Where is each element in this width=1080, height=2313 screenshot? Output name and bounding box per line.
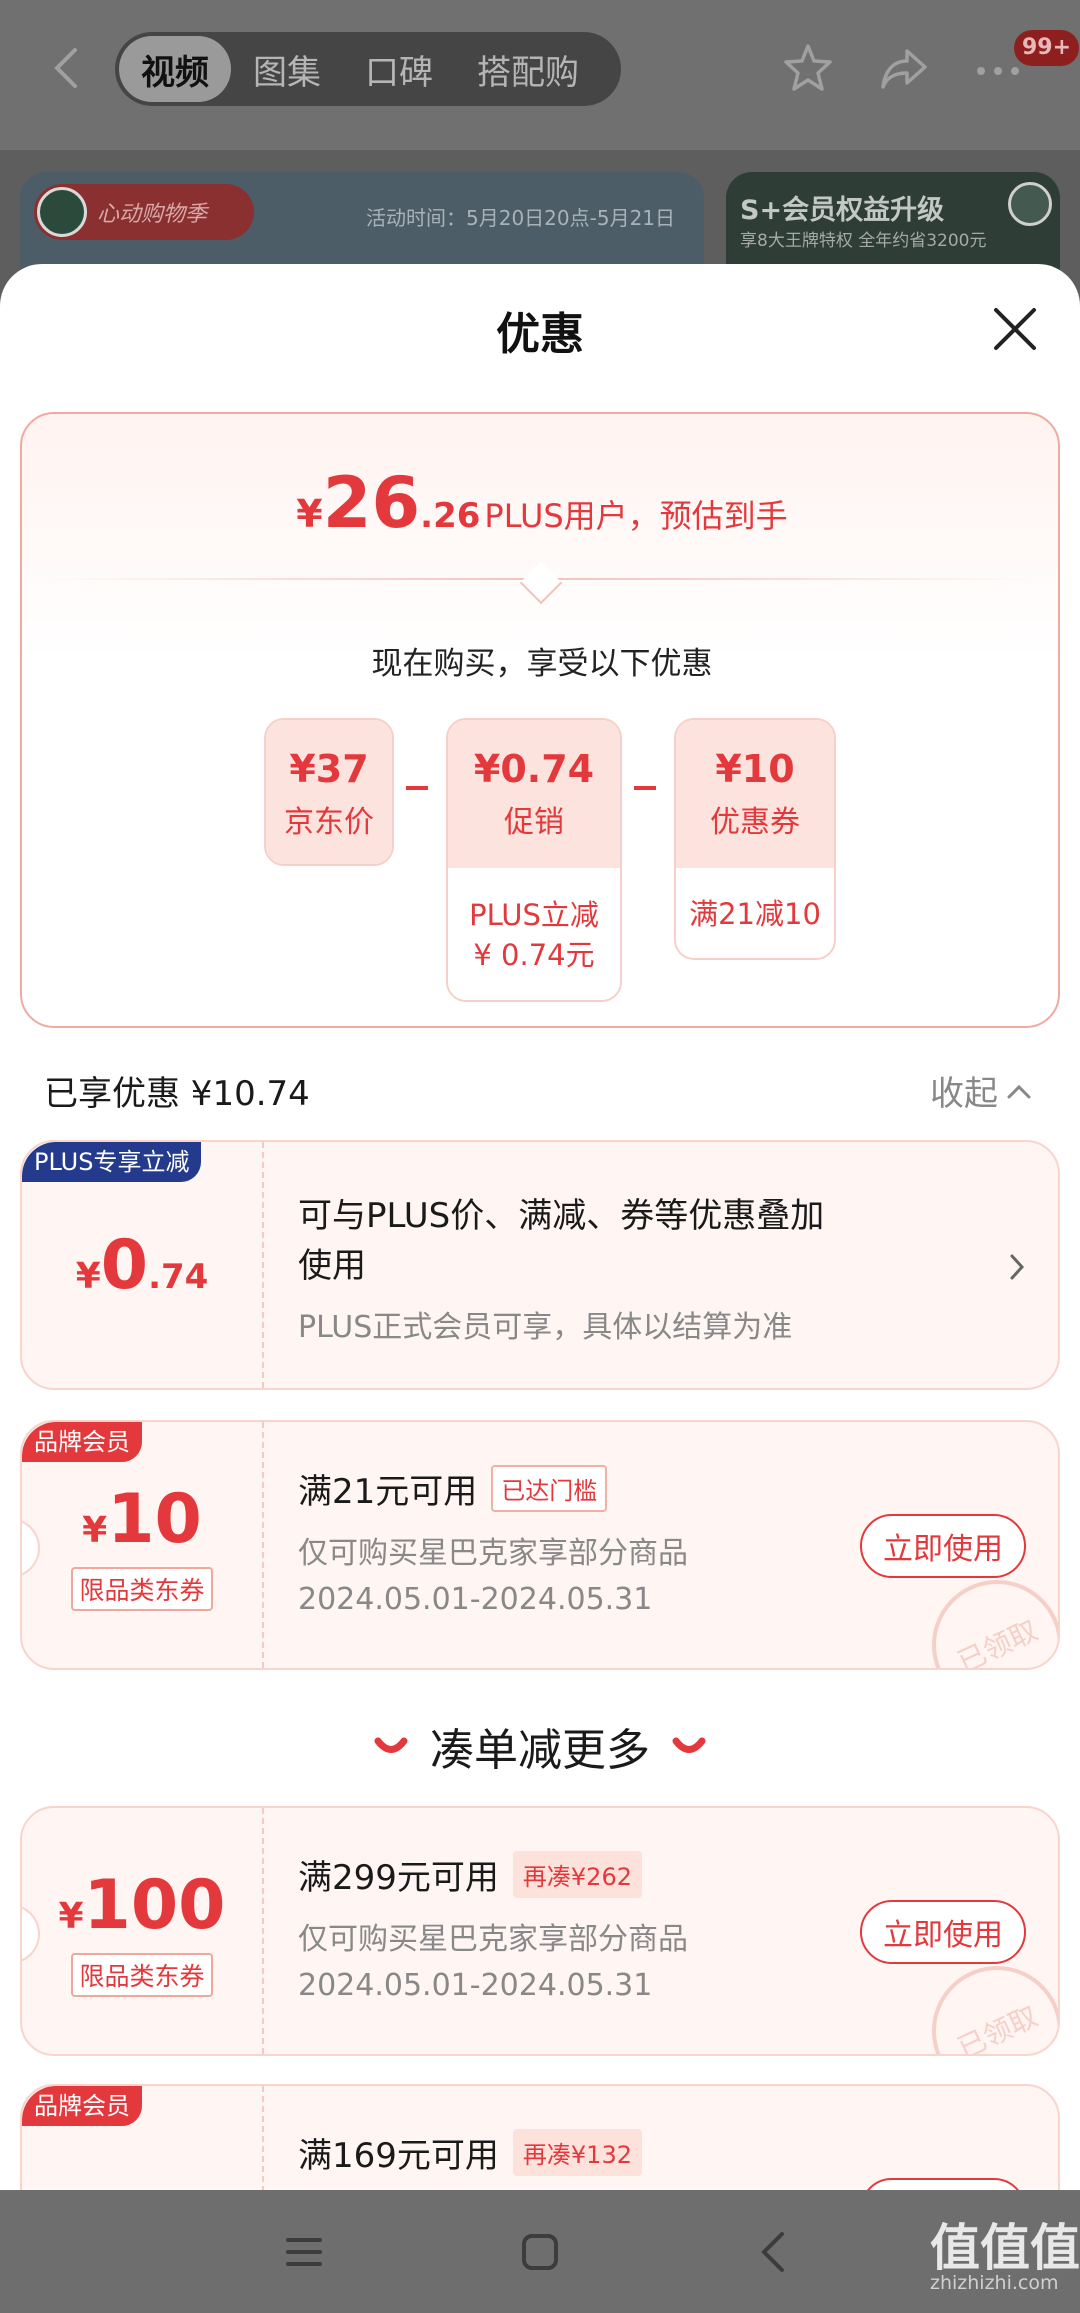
tab-reviews[interactable]: 口碑 xyxy=(343,36,455,102)
promotion-value: ¥0.74 xyxy=(473,747,595,791)
use-coupon-button[interactable] xyxy=(860,2178,1026,2190)
banner-logo-text: 心动购物季 xyxy=(97,202,208,227)
coupon-threshold: 满21元可用 已达门槛 xyxy=(298,1464,608,1513)
home-icon[interactable] xyxy=(520,2232,560,2276)
coupon-threshold-text: 满169元可用 xyxy=(298,2136,499,2176)
use-coupon-button[interactable]: 立即使用 xyxy=(860,1900,1026,1964)
promotion-detail-amount: ¥ 0.74元 xyxy=(473,938,595,972)
jd-price-box: ¥37 京东价 xyxy=(264,718,394,866)
amount-integer: 0 xyxy=(100,1225,149,1305)
coupon-validity: 2024.05.01-2024.05.31 xyxy=(298,1582,653,1617)
chevron-up-icon xyxy=(1007,1084,1031,1098)
discount-sheet: 优惠 ¥26.26 PLUS用户，预估到手 现在购买，享受以下优惠 ¥37 京东价… xyxy=(0,264,1080,2190)
membership-subtitle: 享8大王牌特权 全年约省3200元 xyxy=(740,231,987,251)
estimated-price: ¥26.26 PLUS用户，预估到手 xyxy=(22,462,1062,544)
coupon-amount: ¥0.74 xyxy=(76,1226,209,1305)
sheet-title: 优惠 xyxy=(496,309,584,360)
promotion-label: 促销 xyxy=(504,805,564,840)
collapse-button[interactable]: 收起 xyxy=(930,1066,1032,1115)
media-tabs: 视频 图集 口碑 搭配购 xyxy=(115,32,621,106)
watermark-url: zhizhizhi.com xyxy=(930,2272,1059,2294)
price-integer: 26 xyxy=(322,462,421,544)
tab-bundle[interactable]: 搭配购 xyxy=(455,36,601,102)
jd-price-value: ¥37 xyxy=(289,747,369,791)
plus-corner-badge: PLUS专享立减 xyxy=(22,1142,202,1182)
coupon-amount: ¥10 xyxy=(82,1480,202,1559)
share-icon[interactable] xyxy=(876,40,932,96)
coupon-amount: ¥100 xyxy=(58,1866,225,1945)
coupon-card-20: ¥20 品牌会员 满169元可用再凑¥132 xyxy=(20,2084,1060,2190)
coupon-threshold-text: 满21元可用 xyxy=(298,1472,478,1512)
coupon-validity: 2024.05.01-2024.05.31 xyxy=(298,1968,653,2003)
price-summary-card: ¥26.26 PLUS用户，预估到手 现在购买，享受以下优惠 ¥37 京东价 ¥0… xyxy=(20,412,1060,1028)
coupon-description: 仅可购买星巴克家享部分商品 xyxy=(298,1536,688,1571)
tab-video[interactable]: 视频 xyxy=(119,36,231,102)
amount-integer: 100 xyxy=(83,1865,226,1945)
use-coupon-button[interactable]: 立即使用 xyxy=(860,1514,1026,1578)
remaining-amount-pill: 再凑¥262 xyxy=(512,1851,642,1898)
banner-logo: 心动购物季 xyxy=(34,184,254,240)
coupon-threshold-text: 满299元可用 xyxy=(298,1858,499,1898)
recent-apps-icon[interactable] xyxy=(284,2232,324,2276)
banner-time: 活动时间：5月20日20点-5月21日 xyxy=(366,206,676,230)
chevron-right-icon xyxy=(1010,1254,1025,1280)
coupon-info: 满169元可用 再凑¥132 xyxy=(298,2086,1058,2190)
coupon-amount-area: ¥100 限品类东券 xyxy=(22,1808,264,2054)
currency-symbol: ¥ xyxy=(58,1895,84,1937)
system-back-icon[interactable] xyxy=(758,2230,788,2278)
favorite-star-icon[interactable] xyxy=(780,40,836,96)
coupon-label: 优惠券 xyxy=(710,805,800,840)
price-decimal: .26 xyxy=(420,496,481,536)
minus-sign xyxy=(406,786,428,790)
membership-title: S+会员权益升级 xyxy=(740,195,945,226)
coupon-title: 可与PLUS价、满减、券等优惠叠加 xyxy=(298,1196,825,1236)
divider-notch xyxy=(519,561,563,605)
coupon-threshold: 满299元可用 再凑¥262 xyxy=(298,1850,642,1899)
starbucks-logo-icon xyxy=(37,187,87,237)
coupon-description: 仅可购买星巴克家享部分商品 xyxy=(298,1922,688,1957)
coupon-title-continued: 使用 xyxy=(298,1246,366,1286)
notification-badge: 99+ xyxy=(1014,30,1080,66)
currency-symbol: ¥ xyxy=(82,1509,108,1551)
coupon-info: 可与PLUS价、满减、券等优惠叠加 使用 PLUS正式会员可享，具体以结算为准 xyxy=(298,1142,1058,1388)
more-deals-heading: 凑单减更多 xyxy=(0,1714,1080,1778)
coupon-box: ¥10 优惠券 满21减10 xyxy=(674,718,836,960)
coupon-card-100: ¥100 限品类东券 满299元可用 再凑¥262 仅可购买星巴克家享部分商品 2… xyxy=(20,1806,1060,2056)
coupon-type-tag: 限品类东券 xyxy=(71,1952,213,1997)
brand-member-badge: 品牌会员 xyxy=(22,2086,142,2126)
threshold-status-pill: 已达门槛 xyxy=(491,1465,608,1512)
promotion-box: ¥0.74 促销 PLUS立减 ¥ 0.74元 xyxy=(446,718,622,1002)
brand-coupon-card: ¥10 限品类东券 品牌会员 满21元可用 已达门槛 仅可购买星巴克家享部分商品 … xyxy=(20,1420,1060,1670)
price-caption: PLUS用户，预估到手 xyxy=(484,497,788,535)
close-icon[interactable] xyxy=(990,304,1040,354)
watermark-logo: 值值值 xyxy=(930,2219,1080,2277)
coupon-description: PLUS正式会员可享，具体以结算为准 xyxy=(298,1310,793,1345)
coupon-detail: 满21减10 xyxy=(689,897,821,931)
currency-symbol: ¥ xyxy=(75,1255,101,1297)
smile-left-icon xyxy=(374,1737,408,1753)
starbucks-logo-icon xyxy=(1008,182,1052,226)
collapse-label: 收起 xyxy=(930,1074,998,1114)
summary-subtitle: 现在购买，享受以下优惠 xyxy=(371,646,713,682)
coupon-type-tag: 限品类东券 xyxy=(71,1566,213,1611)
brand-member-badge: 品牌会员 xyxy=(22,1422,142,1462)
tab-gallery[interactable]: 图集 xyxy=(231,36,343,102)
currency-symbol: ¥ xyxy=(296,492,323,536)
more-deals-title: 凑单减更多 xyxy=(430,1725,650,1776)
remaining-amount-pill: 再凑¥132 xyxy=(512,2129,642,2176)
jd-price-label: 京东价 xyxy=(284,805,374,840)
smile-right-icon xyxy=(672,1737,706,1753)
plus-discount-card[interactable]: ¥0.74 PLUS专享立减 可与PLUS价、满减、券等优惠叠加 使用 PLUS… xyxy=(20,1140,1060,1390)
coupon-threshold: 满169元可用 再凑¥132 xyxy=(298,2128,642,2177)
back-arrow-icon[interactable] xyxy=(46,44,86,92)
enjoyed-discount: 已享优惠 ¥10.74 xyxy=(44,1074,310,1114)
amount-integer: 10 xyxy=(107,1479,202,1559)
promotion-detail: PLUS立减 xyxy=(469,898,599,932)
amount-decimal: .74 xyxy=(148,1256,209,1297)
minus-sign xyxy=(634,786,656,790)
coupon-value: ¥10 xyxy=(715,747,795,791)
